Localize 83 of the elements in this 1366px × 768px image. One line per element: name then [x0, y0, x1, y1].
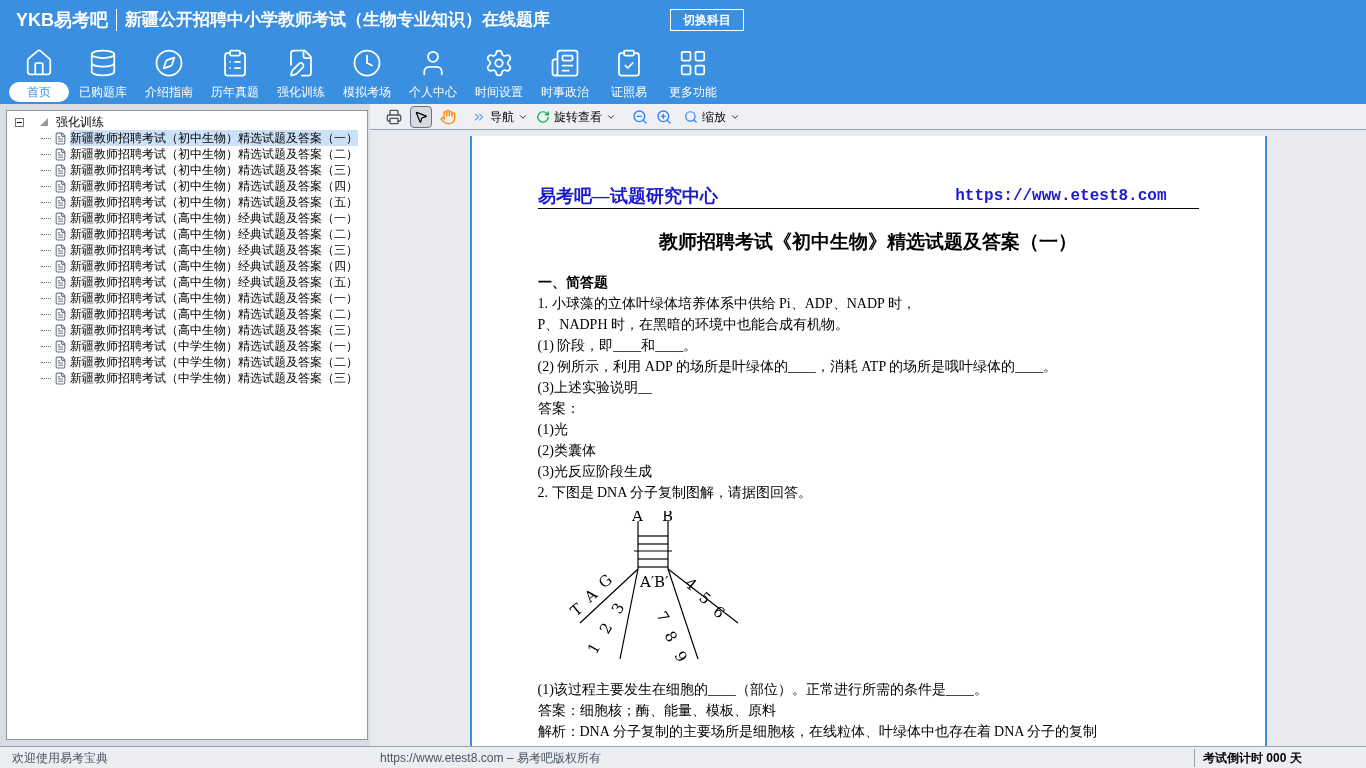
document-title: 教师招聘考试《初中生物》精选试题及答案（一）: [657, 231, 1078, 252]
document-icon: [54, 211, 67, 225]
tree-item[interactable]: 新疆教师招聘考试（高中生物）精选试题及答案（二）: [70, 306, 358, 322]
question-text: (1)该过程主要发生在细胞的____（部位）。正常进行所需的条件是____。: [537, 681, 989, 699]
tree-item[interactable]: 新疆教师招聘考试（初中生物）精选试题及答案（二）: [70, 146, 358, 162]
question-text: (3)光反应阶段生成: [537, 463, 653, 481]
rotate-icon: [536, 109, 550, 124]
strand-label: 7: [652, 608, 673, 626]
zoom-out-icon[interactable]: [632, 108, 648, 125]
document-icon: [54, 147, 67, 161]
app-logo: YKB易考吧: [16, 8, 108, 32]
select-tool-button[interactable]: [410, 105, 432, 128]
document-icon: [54, 275, 67, 289]
tree-item[interactable]: 新疆教师招聘考试（高中生物）精选试题及答案（一）: [70, 290, 358, 306]
tree-item[interactable]: 新疆教师招聘考试（高中生物）经典试题及答案（二）: [70, 226, 358, 242]
tree-item[interactable]: 新疆教师招聘考试（高中生物）经典试题及答案（三）: [70, 242, 358, 258]
question-text: 答案：: [537, 400, 581, 418]
website-link[interactable]: https://www.etest8.com: [955, 186, 1199, 207]
print-icon[interactable]: [386, 108, 402, 125]
question-text: 1. 小球藻的立体叶绿体培养体系中供给 Pi、ADP、NADP 时，: [537, 295, 917, 313]
zoom-in-icon[interactable]: [656, 108, 672, 125]
welcome-text: 欢迎使用易考宝典: [11, 749, 109, 767]
app-title: 新疆公开招聘中小学教师考试（生物专业知识）在线题库: [125, 9, 550, 32]
home-icon[interactable]: [24, 48, 54, 78]
strand-label: 1: [583, 639, 604, 657]
document-icon: [54, 243, 67, 257]
compass-icon[interactable]: [154, 48, 184, 78]
document-icon: [54, 163, 67, 177]
document-icon: [54, 131, 67, 145]
collapse-toggle[interactable]: [15, 117, 24, 127]
question-text: P、NADPH 时，在黑暗的环境中也能合成有机物。: [537, 316, 850, 334]
question-text: (3)上述实验说明__: [537, 379, 653, 397]
strand-label: 9: [670, 648, 691, 666]
brand-heading: 易考吧—试题研究中心: [537, 186, 718, 207]
tree-item[interactable]: 新疆教师招聘考试（中学生物）精选试题及答案（三）: [70, 370, 358, 386]
tree-item[interactable]: 强化训练: [56, 114, 104, 130]
question-text: 答案：细胞核；酶、能量、模板、原料: [537, 702, 777, 720]
tree-item[interactable]: 新疆教师招聘考试（初中生物）精选试题及答案（三）: [70, 162, 358, 178]
document-icon: [54, 307, 67, 321]
section-heading: 一、简答题: [537, 274, 609, 292]
document-icon: [54, 323, 67, 337]
settings-icon[interactable]: [484, 48, 514, 78]
tree-item[interactable]: 新疆教师招聘考试（初中生物）精选试题及答案（一）: [70, 130, 358, 146]
question-text: (2) 例所示，利用 ADP 的场所是叶绿体的____，消耗 ATP 的场所是哦叶绿体的____。: [537, 358, 1059, 376]
strand-label: 8: [660, 628, 681, 646]
magnifier-icon: [684, 109, 698, 124]
document-icon: [54, 291, 67, 305]
document-icon: [54, 371, 67, 385]
clock-icon[interactable]: [352, 48, 382, 78]
strand-label: 2: [595, 619, 616, 637]
tree-item[interactable]: 新疆教师招聘考试（中学生物）精选试题及答案（二）: [70, 354, 358, 370]
question-text: 2. 下图是 DNA 分子复制图解，请据图回答。: [537, 484, 814, 502]
tree-item[interactable]: 新疆教师招聘考试（高中生物）经典试题及答案（一）: [70, 210, 358, 226]
tree-item[interactable]: 新疆教师招聘考试（初中生物）精选试题及答案（四）: [70, 178, 358, 194]
rotate-button[interactable]: 旋转查看: [536, 107, 616, 126]
strand-label: 3: [607, 599, 628, 617]
zoom-button[interactable]: 缩放: [684, 107, 740, 126]
copyright-text: https://www.etest8.com – 易考吧版权所有: [380, 749, 602, 767]
database-icon[interactable]: [88, 48, 118, 78]
pointer-icon: [414, 109, 428, 124]
document-icon: [54, 195, 67, 209]
hand-icon[interactable]: [440, 108, 456, 125]
question-text: 解析：DNA 分子复制的主要场所是细胞核，在线粒体、叶绿体中也存在着 DNA 分子的复制: [537, 723, 1099, 741]
document-icon: [54, 179, 67, 193]
exam-countdown: 考试倒计时 000 天: [1194, 748, 1366, 767]
newspaper-icon[interactable]: [550, 48, 580, 78]
grid-icon[interactable]: [678, 48, 708, 78]
question-text: (1) 阶段，即____和____。: [537, 337, 699, 355]
question-text: (1)光: [537, 421, 569, 439]
document-icon: [54, 227, 67, 241]
tree-item[interactable]: 新疆教师招聘考试（中学生物）精选试题及答案（一）: [70, 338, 358, 354]
tree-item[interactable]: 新疆教师招聘考试（高中生物）经典试题及答案（五）: [70, 274, 358, 290]
strand-label: A′: [639, 573, 654, 591]
tree-item[interactable]: 新疆教师招聘考试（高中生物）精选试题及答案（三）: [70, 322, 358, 338]
tree-item[interactable]: 新疆教师招聘考试（高中生物）经典试题及答案（四）: [70, 258, 358, 274]
nav-item[interactable]: 首页: [9, 82, 69, 102]
document-icon: [54, 355, 67, 369]
question-text: (2)类囊体: [537, 442, 597, 460]
document-icon: [54, 259, 67, 273]
navigate-button[interactable]: 导航: [472, 107, 528, 126]
document-icon: [54, 339, 67, 353]
tree-item[interactable]: 新疆教师招聘考试（初中生物）精选试题及答案（五）: [70, 194, 358, 210]
strand-label: B′: [653, 573, 668, 591]
